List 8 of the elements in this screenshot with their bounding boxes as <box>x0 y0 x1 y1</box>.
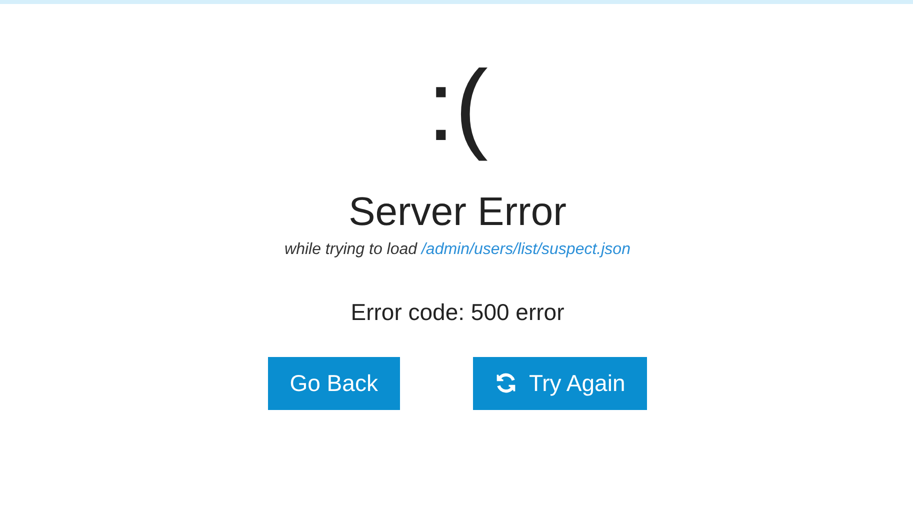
file-link[interactable]: /admin/users/list/suspect.json <box>421 241 630 258</box>
refresh-icon <box>494 372 517 394</box>
error-title: Server Error <box>348 189 566 236</box>
sad-face-emoticon: :( <box>426 56 488 160</box>
error-code: Error code: 500 error <box>350 299 564 327</box>
error-detail: while trying to load /admin/users/list/suspect.json <box>284 240 630 260</box>
back-button[interactable]: Go Back <box>268 356 400 410</box>
try-again-button[interactable]: Try Again <box>472 356 648 410</box>
